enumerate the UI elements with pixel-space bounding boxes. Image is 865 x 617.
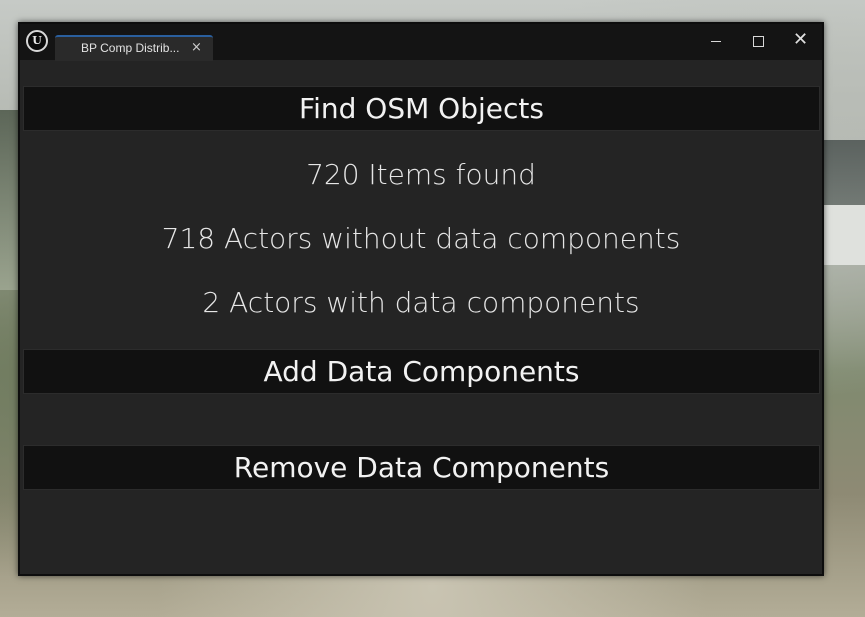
background-building — [820, 140, 865, 210]
close-icon: ✕ — [793, 29, 809, 50]
actors-without-components-text: 718 Actors without data components — [161, 222, 681, 255]
tab-close-icon[interactable]: × — [191, 39, 202, 57]
tab-bp-comp-distrib[interactable]: BP Comp Distrib... × — [55, 35, 213, 61]
background-platform — [820, 205, 865, 265]
maximize-button[interactable] — [740, 28, 776, 54]
remove-data-components-button[interactable]: Remove Data Components — [23, 445, 820, 490]
add-data-components-button[interactable]: Add Data Components — [23, 349, 820, 394]
close-button[interactable]: ✕ — [782, 28, 818, 54]
title-bar[interactable]: U BP Comp Distrib... × ✕ — [20, 24, 822, 61]
editor-utility-window: U BP Comp Distrib... × ✕ Find OSM Object… — [18, 22, 824, 576]
items-found-text: 720 Items found — [306, 158, 536, 191]
find-osm-objects-button[interactable]: Find OSM Objects — [23, 86, 820, 131]
actors-with-components-text: 2 Actors with data components — [202, 286, 640, 319]
tab-label: BP Comp Distrib... — [81, 41, 180, 55]
maximize-icon — [753, 36, 764, 47]
minimize-icon — [711, 41, 721, 42]
unreal-logo-icon: U — [26, 30, 48, 52]
minimize-button[interactable] — [698, 28, 734, 54]
